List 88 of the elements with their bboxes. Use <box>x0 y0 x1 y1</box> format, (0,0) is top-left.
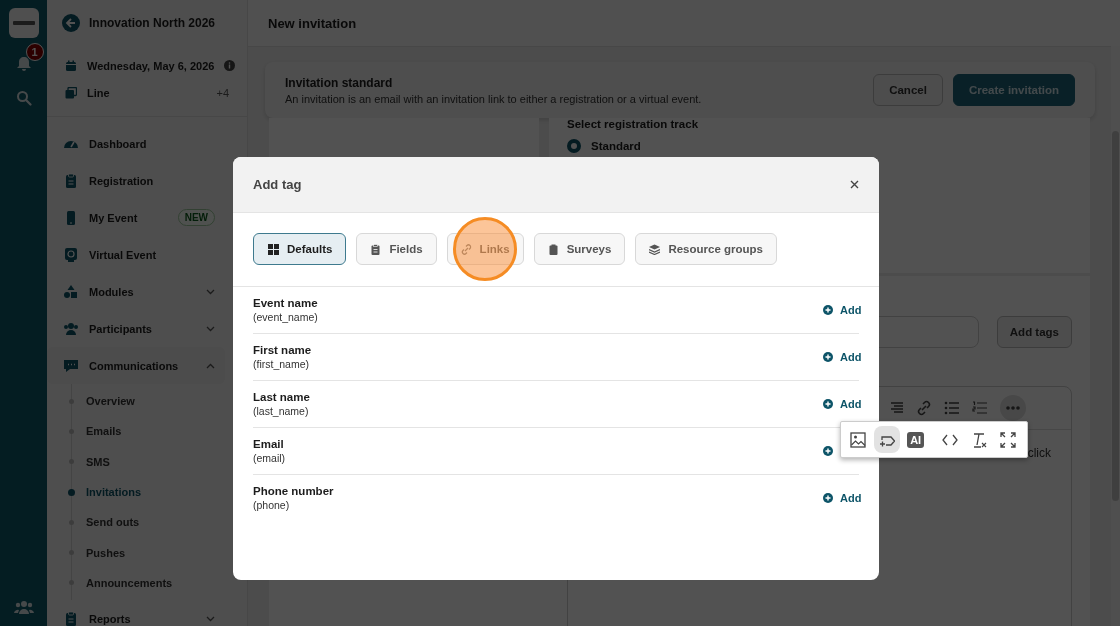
notice-text: An invitation is an email with an invitation link to either a registration or a virtual event. <box>285 92 703 105</box>
add-button[interactable]: Add <box>823 351 859 363</box>
clipboard-icon <box>63 172 79 189</box>
bullet-list-icon[interactable] <box>944 401 960 415</box>
copy-icon <box>65 86 77 99</box>
chevron-down-icon <box>206 288 215 295</box>
nav-item[interactable]: Modules <box>47 273 225 310</box>
tab[interactable]: Resource groups <box>635 233 777 265</box>
tag-name: First name <box>253 344 313 356</box>
users-icon <box>63 320 79 337</box>
clipboard-icon <box>547 243 559 255</box>
more-button[interactable] <box>1000 395 1026 421</box>
section-label: Select registration track <box>567 118 700 130</box>
close-icon <box>850 180 859 189</box>
tag-name: Last name <box>253 391 311 403</box>
event-title: Innovation North 2026 <box>89 16 216 30</box>
nav-subitem[interactable]: Pushes <box>86 546 126 559</box>
clipboard-icon <box>370 243 382 255</box>
align-icon[interactable] <box>890 401 904 415</box>
line-label: Line <box>87 86 111 99</box>
modal-title: Add tag <box>253 177 303 192</box>
plus-circle-icon <box>823 352 833 362</box>
image-icon <box>850 431 867 448</box>
tag-name: Event name <box>253 297 319 309</box>
notification-badge: 1 <box>25 43 44 61</box>
calendar-icon <box>65 59 77 72</box>
tab[interactable]: Defaults <box>253 233 347 265</box>
add-button[interactable]: Add <box>823 398 859 410</box>
editor-text: click <box>1027 446 1051 460</box>
tag-key: (phone) <box>253 499 823 511</box>
radio-button[interactable] <box>567 139 581 153</box>
nav-subitem[interactable]: Invitations <box>86 486 141 499</box>
nav-item[interactable]: Registration <box>47 162 225 199</box>
chevron-down-icon <box>206 615 215 622</box>
radio-label: Standard <box>591 140 641 152</box>
chevron-down-icon <box>206 325 215 332</box>
layers-icon <box>649 243 661 255</box>
grid-icon <box>268 243 279 255</box>
nav-subitem[interactable]: Overview <box>86 395 135 408</box>
add-button[interactable]: Add <box>823 304 859 316</box>
ai-badge: AI <box>907 431 925 448</box>
plus-circle-icon <box>823 399 833 409</box>
new-badge: NEW <box>177 209 215 226</box>
chevron-up-icon <box>206 362 215 369</box>
tab[interactable]: Links <box>446 233 524 265</box>
tag-key: (email) <box>253 452 823 464</box>
nav-item[interactable]: Dashboard <box>47 125 225 162</box>
notice-title: Invitation standard <box>285 75 394 90</box>
cancel-button[interactable]: Cancel <box>873 74 943 106</box>
add-tags-button[interactable]: Add tags <box>996 316 1072 348</box>
page-header: New invitation <box>248 0 1120 47</box>
numbered-list-icon[interactable] <box>972 401 988 415</box>
nav-item[interactable]: Reports <box>47 600 225 626</box>
tag-key: (last_name) <box>253 405 823 417</box>
nav-item[interactable]: Virtual Event <box>47 236 225 273</box>
nav-subitem[interactable]: SMS <box>86 455 110 468</box>
fullscreen-icon <box>999 431 1016 448</box>
tab[interactable]: Fields <box>356 233 437 265</box>
tag-name: Phone number <box>253 485 335 497</box>
more-icon <box>1006 406 1020 410</box>
nav-subitem[interactable]: Emails <box>86 425 122 438</box>
tag-name: Email <box>253 438 285 450</box>
event-date: Wednesday, May 6, 2026 <box>87 59 215 72</box>
info-icon[interactable] <box>224 60 236 71</box>
nav-item[interactable]: Participants <box>47 310 225 347</box>
shapes-icon <box>63 283 79 300</box>
nav-item[interactable]: My Event NEW <box>47 199 225 236</box>
people-icon[interactable] <box>13 600 34 614</box>
bell-icon[interactable] <box>15 56 32 72</box>
tag-key: (event_name) <box>253 311 823 323</box>
clear-format-icon <box>971 431 987 448</box>
add-button[interactable]: Add <box>823 492 859 504</box>
nav-subitem[interactable]: Announcements <box>86 576 173 589</box>
link-icon[interactable] <box>916 400 932 416</box>
tab[interactable]: Surveys <box>533 233 626 265</box>
logo-icon[interactable] <box>8 8 39 38</box>
plus-circle-icon <box>823 446 833 456</box>
plus-circle-icon <box>823 305 833 315</box>
close-button[interactable] <box>850 180 859 189</box>
plus-circle-icon <box>823 493 833 503</box>
monitor-icon <box>63 246 79 263</box>
tag-key: (first_name) <box>253 358 823 370</box>
toolbar-button[interactable]: AI <box>902 426 929 453</box>
chat-icon <box>63 357 79 374</box>
nav-subitem[interactable]: Send outs <box>86 516 140 529</box>
toolbar-button[interactable] <box>873 426 901 453</box>
search-icon[interactable] <box>15 90 32 106</box>
link-icon <box>460 243 472 255</box>
